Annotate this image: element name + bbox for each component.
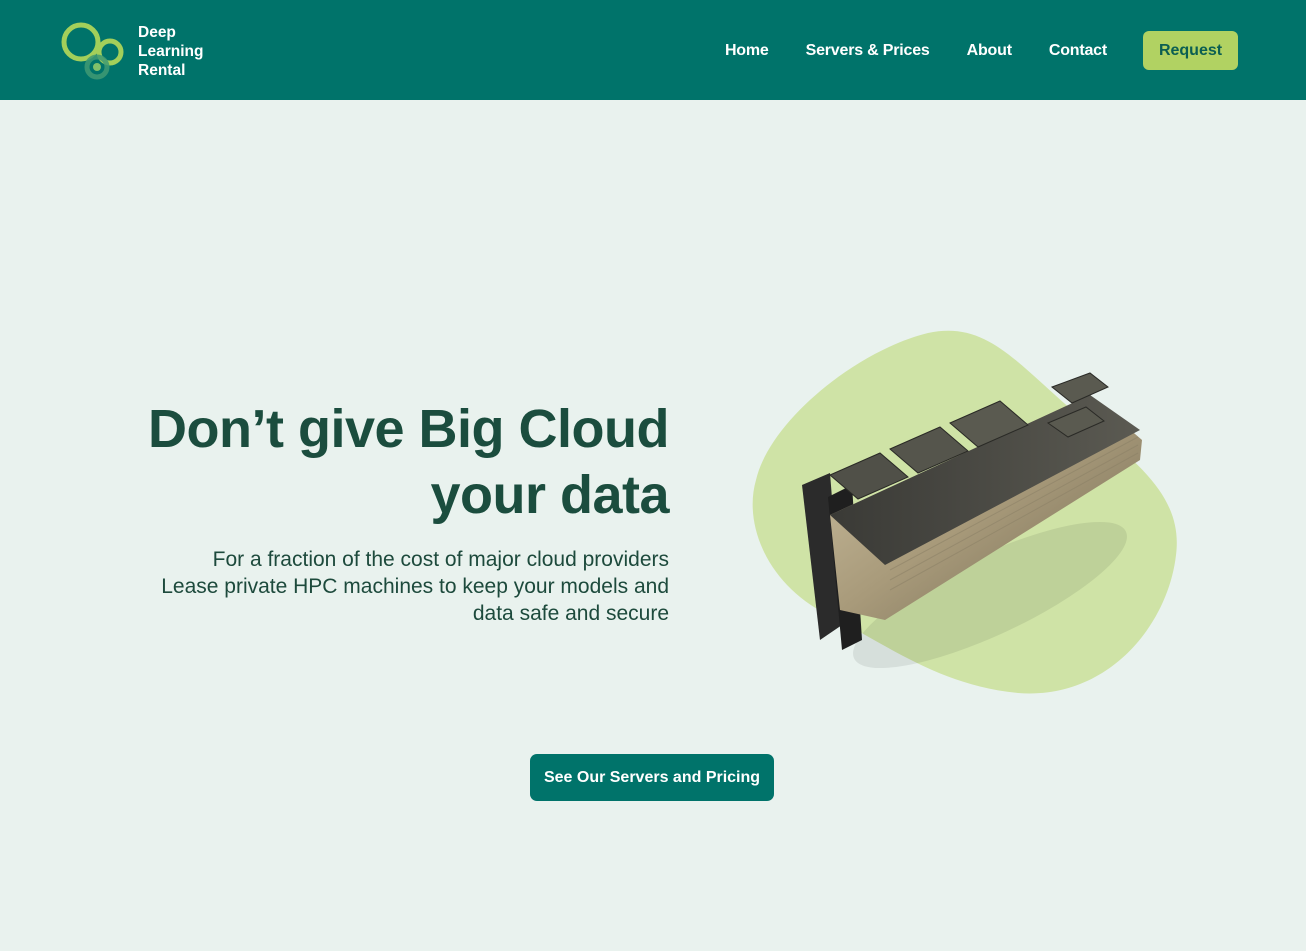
hero-title-line-1: Don’t give Big Cloud bbox=[148, 399, 669, 459]
circles-logo-icon bbox=[61, 22, 124, 80]
logo[interactable]: Deep Learning Rental bbox=[60, 20, 220, 82]
logo-text-line-1: Deep bbox=[138, 24, 176, 41]
nav-home[interactable]: Home bbox=[725, 42, 769, 60]
nav-contact[interactable]: Contact bbox=[1049, 42, 1107, 60]
request-button[interactable]: Request bbox=[1143, 31, 1238, 70]
gpu-card-icon bbox=[802, 372, 1142, 669]
hero-subtitle: For a fraction of the cost of major clou… bbox=[109, 546, 669, 627]
hero-title: Don’t give Big Cloud your data bbox=[109, 396, 669, 528]
main-nav: Home Servers & Prices About Contact Requ… bbox=[725, 31, 1238, 70]
nav-servers-prices[interactable]: Servers & Prices bbox=[806, 42, 930, 60]
gpu-card-image bbox=[790, 365, 1160, 675]
nav-about[interactable]: About bbox=[967, 42, 1012, 60]
see-servers-pricing-button[interactable]: See Our Servers and Pricing bbox=[530, 754, 774, 801]
hero-title-line-2: your data bbox=[430, 465, 669, 525]
site-header: Deep Learning Rental Home Servers & Pric… bbox=[0, 0, 1306, 100]
hero-subtitle-line-2: Lease private HPC machines to keep your … bbox=[161, 575, 669, 598]
logo-text-line-2: Learning bbox=[138, 43, 204, 60]
logo-text-line-3: Rental bbox=[138, 62, 186, 79]
hero-subtitle-line-3: data safe and secure bbox=[472, 602, 669, 625]
logo-text: Deep Learning Rental bbox=[138, 23, 203, 80]
hero-subtitle-line-1: For a fraction of the cost of major clou… bbox=[212, 548, 669, 571]
